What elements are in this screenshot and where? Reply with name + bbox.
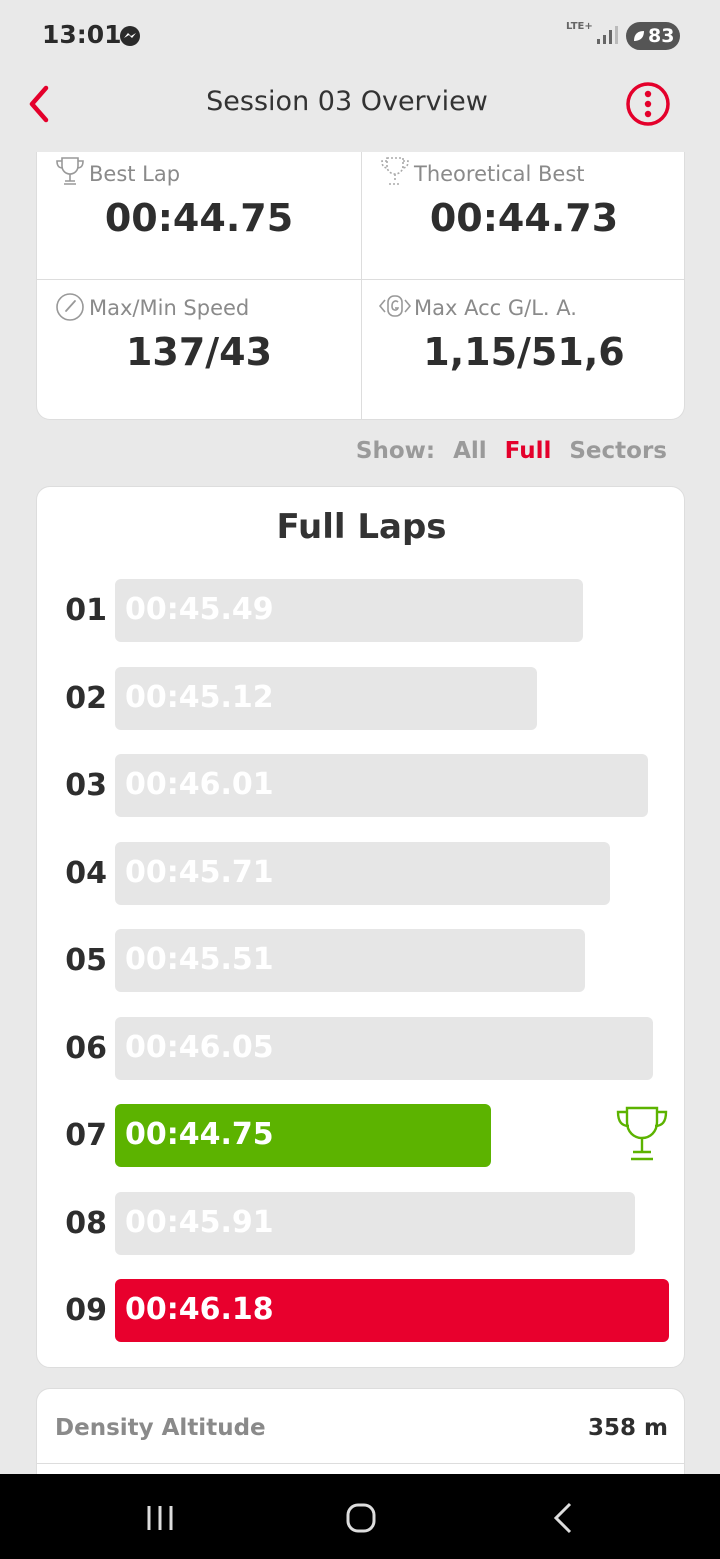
lap-number: 02 [65, 680, 107, 716]
filter-sectors[interactable]: Sectors [569, 438, 667, 464]
lap-row[interactable]: 03 00:46.01 [37, 754, 686, 818]
divider [37, 1463, 685, 1464]
lap-number: 01 [65, 593, 107, 628]
trophy-dotted-icon [381, 157, 409, 185]
lap-time: 00:45.49 [125, 592, 274, 627]
more-menu-icon[interactable] [625, 81, 671, 127]
filter-full[interactable]: Full [505, 438, 552, 464]
lap-time: 00:44.75 [125, 1117, 274, 1152]
density-value: 358 m [588, 1415, 668, 1441]
lap-time: 00:46.05 [125, 1029, 274, 1065]
lap-time-bar[interactable]: 00:46.18 [115, 1279, 669, 1342]
messenger-icon [120, 26, 140, 46]
laps-card: Full Laps 01 00:45.49 02 00:45.12 03 00:46.01… [36, 486, 685, 1368]
lap-row[interactable]: 09 00:46.18 [37, 1279, 686, 1343]
battery-indicator: 83 [626, 22, 680, 50]
stat-label: Max Acc G/L. A. [414, 296, 577, 320]
filter-all[interactable]: All [453, 438, 487, 464]
lap-row[interactable]: 07 00:44.75 [37, 1104, 686, 1168]
lap-time-bar[interactable]: 00:45.49 [115, 579, 583, 642]
speedometer-icon [56, 293, 84, 321]
network-type: LTE+ [566, 21, 593, 32]
best-lap-stat: Best Lap 00:44.75 [37, 146, 361, 280]
lap-time-bar[interactable]: 00:45.91 [115, 1191, 635, 1255]
lap-time: 00:45.12 [125, 679, 274, 715]
home-icon[interactable] [341, 1498, 381, 1538]
page-title: Session 03 Overview [206, 86, 488, 117]
g-force-icon [378, 295, 412, 317]
lap-time: 00:45.91 [125, 1204, 274, 1240]
stat-value: 00:44.73 [429, 196, 619, 240]
lap-number: 04 [65, 855, 107, 891]
laps-title: Full Laps [276, 507, 447, 547]
best-lap-trophy-icon [616, 1106, 668, 1161]
status-bar: 13:01 LTE+ 83 [0, 0, 720, 70]
lap-time: 00:45.51 [125, 942, 274, 977]
status-time: 13:01 [42, 20, 122, 49]
lap-time-bar[interactable]: 00:45.51 [115, 929, 585, 992]
acceleration-stat: Max Acc G/L. A. 1,15/51,6 [362, 280, 686, 414]
signal-icon [597, 26, 618, 44]
lap-time-bar[interactable]: 00:46.01 [115, 754, 648, 817]
stat-label: Max/Min Speed [89, 296, 250, 320]
lap-time-bar[interactable]: 00:45.12 [115, 666, 537, 730]
leaf-icon [634, 31, 644, 41]
recent-apps-icon[interactable] [140, 1498, 180, 1538]
lap-row[interactable]: 06 00:46.05 [37, 1016, 686, 1081]
system-nav-bar [0, 1474, 720, 1559]
stats-card: Best Lap 00:44.75 Theoretical Best 00:44… [36, 152, 685, 420]
lap-row[interactable]: 01 00:45.49 [37, 579, 686, 643]
stat-value: 1,15/51,6 [423, 330, 625, 374]
lap-row[interactable]: 04 00:45.71 [37, 841, 686, 906]
speed-stat: Max/Min Speed 137/43 [37, 280, 361, 414]
app-header: Session 03 Overview [0, 72, 720, 136]
stat-value: 137/43 [125, 330, 273, 374]
lap-time-bar[interactable]: 00:44.75 [115, 1104, 491, 1167]
lap-time: 00:46.01 [125, 767, 274, 802]
lap-number: 05 [65, 943, 107, 978]
stat-label: Theoretical Best [414, 162, 585, 186]
lap-time-bar[interactable]: 00:46.05 [115, 1016, 653, 1080]
lap-row[interactable]: 02 00:45.12 [37, 666, 686, 731]
lap-time: 00:45.71 [125, 854, 274, 890]
lap-row[interactable]: 05 00:45.51 [37, 929, 686, 993]
show-label: Show: [355, 438, 436, 464]
trophy-icon [56, 157, 84, 185]
system-back-icon[interactable] [544, 1498, 584, 1538]
show-filter: Show: All Full Sectors [356, 438, 667, 464]
stat-label: Best Lap [89, 162, 181, 186]
lap-time: 00:46.18 [125, 1292, 274, 1327]
stat-value: 00:44.75 [104, 196, 294, 240]
lap-number: 07 [65, 1118, 107, 1153]
density-label: Density Altitude [55, 1415, 266, 1441]
theoretical-best-stat: Theoretical Best 00:44.73 [362, 146, 686, 280]
lap-number: 08 [65, 1205, 107, 1241]
lap-number: 03 [65, 768, 107, 803]
lap-time-bar[interactable]: 00:45.71 [115, 841, 610, 905]
lap-number: 09 [65, 1293, 107, 1328]
battery-level: 83 [648, 25, 675, 47]
lap-row[interactable]: 08 00:45.91 [37, 1191, 686, 1256]
density-altitude-card: Density Altitude 358 m [36, 1388, 685, 1488]
lap-number: 06 [65, 1030, 107, 1066]
